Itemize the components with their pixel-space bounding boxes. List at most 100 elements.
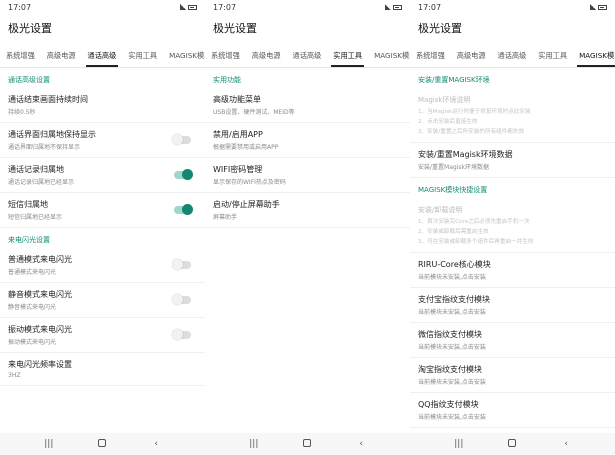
setting-item[interactable]: 禁用/启用APP 根据需要禁用或启用APP <box>205 123 410 158</box>
item-title: 高级功能菜单 <box>213 95 261 104</box>
tab-system[interactable]: 系统增强 <box>410 44 451 67</box>
item-title: 支付宝指纹支付模块 <box>418 295 490 304</box>
description-line: 1、首次安装完Core之后必须先重启手机一次 <box>418 219 530 225</box>
tab-power[interactable]: 高级电源 <box>246 44 287 67</box>
tab-call[interactable]: 通话高级 <box>82 44 123 67</box>
tab-call[interactable]: 通话高级 <box>492 44 533 67</box>
recent-apps-icon[interactable]: ||| <box>39 439 59 449</box>
screen-tools: 17:07 极光设置 系统增强 高级电源 通话高级 实用工具 MAGISK模块 … <box>205 0 410 455</box>
toggle-switch[interactable] <box>172 259 191 270</box>
status-time: 17:07 <box>418 2 442 12</box>
setting-item[interactable]: 来电闪光频率设置 3HZ <box>0 353 205 386</box>
toggle-switch[interactable] <box>174 204 193 215</box>
description-line: 3、可在安装或卸载多个组件后再重启一并生效 <box>418 239 534 245</box>
battery-icon <box>393 4 402 10</box>
item-subtitle: 当前模块未安装,点击安装 <box>418 414 486 421</box>
item-subtitle: 持续0.5秒 <box>8 109 36 116</box>
item-subtitle: 普通模式来电闪光 <box>8 269 57 276</box>
module-item[interactable]: RIRU-Core核心模块 当前模块未安装,点击安装 <box>410 253 615 288</box>
toggle-switch[interactable] <box>172 134 191 145</box>
tab-system[interactable]: 系统增强 <box>0 44 41 67</box>
item-subtitle: USB设置、硬件测试、MEID等 <box>213 109 295 116</box>
description-title: 安装/卸载说明 <box>418 206 463 214</box>
item-title: 短信归属地 <box>8 200 48 209</box>
status-time: 17:07 <box>213 2 237 12</box>
recent-apps-icon[interactable]: ||| <box>244 439 264 449</box>
tab-tools[interactable]: 实用工具 <box>327 44 368 67</box>
app-title: 极光设置 <box>213 22 257 35</box>
status-bar: 17:07 <box>410 0 615 14</box>
item-subtitle: 当前模块未安装,点击安装 <box>418 274 486 281</box>
home-icon[interactable] <box>502 438 522 450</box>
setting-item[interactable]: 安装/重置Magisk环境数据 安装/重置Magisk环境数据 <box>410 143 615 178</box>
description-line: 1、当Magisk运行时便于修复环境时点此安装 <box>418 109 531 115</box>
nav-bar: ||| ‹ <box>205 433 410 455</box>
toggle-switch[interactable] <box>172 294 191 305</box>
item-subtitle: 根据需要禁用或启用APP <box>213 144 279 151</box>
item-title: 通话界面归属地保持显示 <box>8 130 96 139</box>
tab-magisk[interactable]: MAGISK模块 <box>163 44 205 67</box>
tab-call[interactable]: 通话高级 <box>287 44 328 67</box>
tab-power[interactable]: 高级电源 <box>451 44 492 67</box>
tab-system[interactable]: 系统增强 <box>205 44 246 67</box>
description-block: Magisk环境说明 1、当Magisk运行时便于修复环境时点此安装 2、点击安… <box>410 88 615 143</box>
tab-tools[interactable]: 实用工具 <box>122 44 163 67</box>
section-header: 安装/重置MAGISK环境 <box>418 76 490 84</box>
setting-item[interactable]: 短信归属地短信归属地已经显示 <box>0 193 205 228</box>
item-title: QQ指纹支付模块 <box>418 400 479 409</box>
setting-item[interactable]: 振动模式来电闪光 振动模式来电闪光 <box>0 318 205 353</box>
setting-item[interactable]: WIFI密码管理 显示保存的WIFI热点及密码 <box>205 158 410 193</box>
status-icons <box>180 4 197 10</box>
module-item[interactable]: QQ指纹支付模块 当前模块未安装,点击安装 <box>410 393 615 428</box>
item-subtitle: 当前模块未安装,点击安装 <box>418 309 486 316</box>
item-subtitle: 通话界面归属地不保持显示 <box>8 144 81 151</box>
toggle-switch[interactable] <box>172 329 191 340</box>
status-time: 17:07 <box>8 2 32 12</box>
signal-icon <box>385 4 391 10</box>
tab-bar: 系统增强 高级电源 通话高级 实用工具 MAGISK模块 <box>205 44 410 68</box>
section-header: MAGISK模块快捷设置 <box>418 186 488 194</box>
status-icons <box>385 4 402 10</box>
back-icon[interactable]: ‹ <box>351 439 371 449</box>
description-title: Magisk环境说明 <box>418 96 471 104</box>
tab-power[interactable]: 高级电源 <box>41 44 82 67</box>
item-subtitle: 通话记录归属地已经显示 <box>8 179 75 186</box>
status-bar: 17:07 <box>0 0 205 14</box>
home-icon[interactable] <box>92 438 112 450</box>
item-title: 通话结束画面持续时间 <box>8 95 88 104</box>
screen-magisk: 17:07 极光设置 系统增强 高级电源 通话高级 实用工具 MAGISK模块 … <box>410 0 615 455</box>
back-icon[interactable]: ‹ <box>556 439 576 449</box>
item-subtitle: 当前模块未安装,点击安装 <box>418 379 486 386</box>
module-item[interactable]: 支付宝指纹支付模块 当前模块未安装,点击安装 <box>410 288 615 323</box>
item-title: 启动/停止屏幕助手 <box>213 200 280 209</box>
item-title: 普通模式来电闪光 <box>8 255 72 264</box>
status-bar: 17:07 <box>205 0 410 14</box>
home-icon[interactable] <box>297 438 317 450</box>
setting-item[interactable]: 高级功能菜单 USB设置、硬件测试、MEID等 <box>205 88 410 123</box>
tab-bar: 系统增强 高级电源 通话高级 实用工具 MAGISK模块 <box>0 44 205 68</box>
tab-bar: 系统增强 高级电源 通话高级 实用工具 MAGISK模块 <box>410 44 615 68</box>
item-title: 禁用/启用APP <box>213 130 263 139</box>
module-item[interactable]: 淘宝指纹支付模块 当前模块未安装,点击安装 <box>410 358 615 393</box>
setting-item[interactable]: 普通模式来电闪光 普通模式来电闪光 <box>0 248 205 283</box>
module-item[interactable]: 微信指纹支付模块 当前模块未安装,点击安装 <box>410 323 615 358</box>
tab-magisk[interactable]: MAGISK模块 <box>573 44 615 67</box>
setting-item[interactable]: 通话记录归属地 通话记录归属地已经显示 <box>0 158 205 193</box>
item-subtitle: 静音模式来电闪光 <box>8 304 57 311</box>
description-line: 3、安装/重置之后所安装的所有组件都失效 <box>418 129 525 135</box>
item-subtitle: 短信归属地已经显示 <box>8 214 63 221</box>
setting-item[interactable]: 启动/停止屏幕助手 屏幕助手 <box>205 193 410 228</box>
setting-item[interactable]: 通话结束画面持续时间 持续0.5秒 <box>0 88 205 123</box>
item-title: WIFI密码管理 <box>213 165 263 174</box>
item-subtitle: 安装/重置Magisk环境数据 <box>418 164 489 171</box>
back-icon[interactable]: ‹ <box>146 439 166 449</box>
item-subtitle: 3HZ <box>8 372 21 379</box>
settings-list: 实用功能 高级功能菜单 USB设置、硬件测试、MEID等 禁用/启用APP 根据需要… <box>205 68 410 433</box>
recent-apps-icon[interactable]: ||| <box>449 439 469 449</box>
setting-item[interactable]: 通话界面归属地保持显示 通话界面归属地不保持显示 <box>0 123 205 158</box>
item-title: 微信指纹支付模块 <box>418 330 482 339</box>
tab-tools[interactable]: 实用工具 <box>532 44 573 67</box>
toggle-switch[interactable] <box>174 169 193 180</box>
setting-item[interactable]: 静音模式来电闪光 静音模式来电闪光 <box>0 283 205 318</box>
tab-magisk[interactable]: MAGISK模块 <box>368 44 410 67</box>
